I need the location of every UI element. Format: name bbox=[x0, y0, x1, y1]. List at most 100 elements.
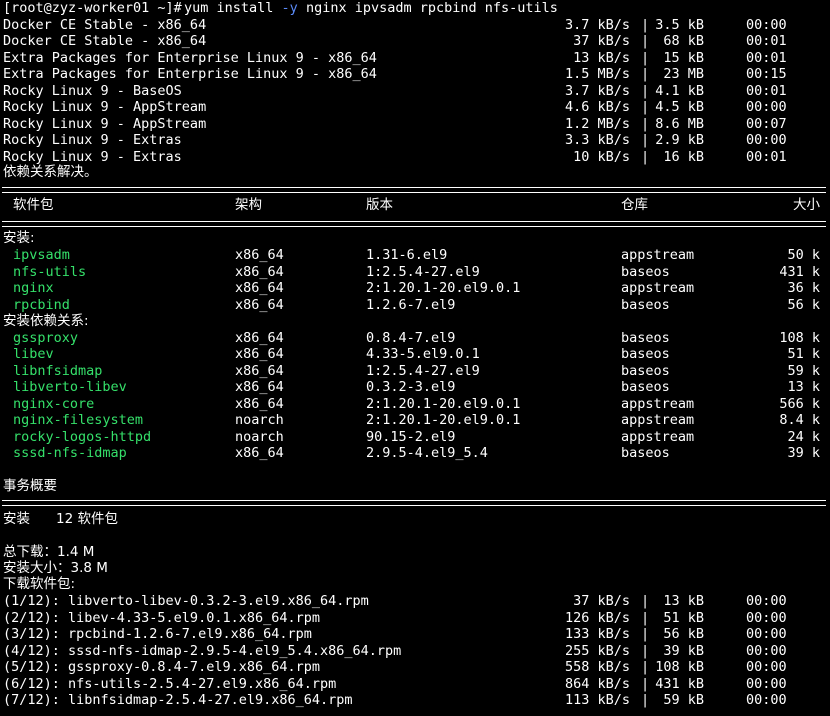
package-arch: x86_64 bbox=[235, 395, 284, 412]
download-size: 51 kB bbox=[663, 609, 704, 626]
repo-sync-row: Docker CE Stable - x86_64 37 kB/s | 68 kB 00… bbox=[0, 33, 830, 50]
package-arch: x86_64 bbox=[235, 379, 284, 395]
package-repo: appstream bbox=[621, 428, 695, 445]
repo-name: Extra Packages for Enterprise Linux 9 - … bbox=[3, 49, 377, 66]
command-text: yum install -y nginx ipvsadm rpcbind nfs… bbox=[184, 0, 558, 17]
column-separator: | bbox=[641, 16, 650, 33]
repo-name: Rocky Linux 9 - BaseOS bbox=[3, 82, 182, 99]
repo-size: 8.6 MB bbox=[655, 115, 704, 132]
repo-sync-row: Extra Packages for Enterprise Linux 9 - … bbox=[0, 50, 830, 67]
package-repo: baseos bbox=[621, 263, 670, 280]
download-speed: 37 kB/s bbox=[573, 593, 630, 609]
package-repo: appstream bbox=[621, 395, 695, 412]
repo-speed: 3.7 kB/s bbox=[564, 82, 630, 99]
package-version: 1.2.6-7.el9 bbox=[366, 296, 456, 313]
package-repo: baseos bbox=[621, 346, 670, 362]
download-size: 39 kB bbox=[663, 642, 704, 659]
download-size: 59 kB bbox=[663, 692, 704, 708]
repo-time: 00:07 bbox=[746, 115, 787, 132]
install-heading: 安装: bbox=[3, 230, 35, 246]
package-name: nginx bbox=[13, 280, 54, 296]
package-row: nginx x86_64 2:1.20.1-20.el9.0.1 appstream 3… bbox=[0, 280, 830, 297]
package-repo: appstream bbox=[621, 412, 695, 428]
package-version: 1:2.5.4-27.el9 bbox=[366, 263, 480, 280]
summary-install-line: 安装 12 软件包 bbox=[0, 511, 830, 528]
package-size: 8.4 k bbox=[779, 412, 820, 428]
package-name: nginx-filesystem bbox=[13, 412, 144, 428]
download-row: (6/12): nfs-utils-2.5.4-27.el9.x86_64.rp… bbox=[0, 676, 830, 693]
package-repo: baseos bbox=[621, 362, 670, 379]
header-size: 大小 bbox=[793, 197, 820, 213]
package-row: libev x86_64 4.33-5.el9.0.1 baseos 51 k bbox=[0, 346, 830, 363]
repo-time: 00:01 bbox=[746, 33, 787, 49]
deps-resolved-text: 依赖关系解决。 bbox=[3, 164, 98, 180]
repo-time: 00:01 bbox=[746, 148, 787, 165]
package-version: 2:1.20.1-20.el9.0.1 bbox=[366, 395, 521, 412]
column-separator: | bbox=[641, 148, 650, 165]
package-version: 2.9.5-4.el9_5.4 bbox=[366, 445, 488, 461]
terminal-window[interactable]: [root@zyz-worker01 ~]# yum install -y ng… bbox=[0, 0, 830, 716]
package-arch: x86_64 bbox=[235, 296, 284, 313]
column-separator: | bbox=[641, 115, 650, 132]
package-version: 2:1.20.1-20.el9.0.1 bbox=[366, 280, 521, 296]
package-name: nginx-core bbox=[13, 395, 95, 412]
summary-install-label: 安装 bbox=[3, 511, 30, 527]
package-row: gssproxy x86_64 0.8.4-7.el9 baseos 108 k bbox=[0, 330, 830, 347]
package-name: libnfsidmap bbox=[13, 362, 103, 379]
repo-size: 23 MB bbox=[663, 66, 704, 82]
package-size: 39 k bbox=[787, 445, 820, 461]
column-separator: | bbox=[641, 33, 650, 49]
repo-time: 00:01 bbox=[746, 49, 787, 66]
package-size: 108 k bbox=[779, 329, 820, 346]
package-row: nfs-utils x86_64 1:2.5.4-27.el9 baseos 431 k bbox=[0, 264, 830, 281]
package-row: sssd-nfs-idmap x86_64 2.9.5-4.el9_5.4 baseo… bbox=[0, 445, 830, 462]
download-name: (3/12): rpcbind-1.2.6-7.el9.x86_64.rpm bbox=[3, 626, 312, 642]
download-time: 00:00 bbox=[746, 675, 787, 692]
download-time: 00:00 bbox=[746, 692, 787, 708]
column-separator: | bbox=[641, 66, 650, 82]
repo-size: 2.9 kB bbox=[655, 132, 704, 148]
download-name: (7/12): libnfsidmap-2.5.4-27.el9.x86_64.… bbox=[3, 692, 353, 708]
repo-name: Rocky Linux 9 - AppStream bbox=[3, 99, 207, 115]
separator-double bbox=[2, 187, 826, 193]
package-row: ipvsadm x86_64 1.31-6.el9 appstream 50 k bbox=[0, 247, 830, 264]
download-name: (4/12): sssd-nfs-idmap-2.9.5-4.el9_5.4.x… bbox=[3, 642, 402, 659]
package-arch: noarch bbox=[235, 428, 284, 445]
package-name: rpcbind bbox=[13, 296, 70, 313]
repo-sync-row: Rocky Linux 9 - Extras 10 kB/s | 16 kB 00:01 bbox=[0, 149, 830, 166]
download-name: (2/12): libev-4.33-5.el9.0.1.x86_64.rpm bbox=[3, 609, 320, 626]
package-repo: appstream bbox=[621, 280, 695, 296]
download-time: 00:00 bbox=[746, 659, 787, 675]
package-name: rocky-logos-httpd bbox=[13, 428, 152, 445]
download-name: (1/12): libverto-libev-0.3.2-3.el9.x86_6… bbox=[3, 593, 369, 609]
package-arch: x86_64 bbox=[235, 247, 284, 263]
prompt: [root@zyz-worker01 ~]# bbox=[3, 0, 182, 16]
deps-heading: 安装依赖关系: bbox=[3, 313, 89, 329]
package-version: 1:2.5.4-27.el9 bbox=[366, 362, 480, 379]
package-repo: baseos bbox=[621, 445, 670, 461]
package-size: 51 k bbox=[787, 346, 820, 362]
download-speed: 133 kB/s bbox=[564, 626, 630, 642]
download-row: (2/12): libev-4.33-5.el9.0.1.x86_64.rpm 1… bbox=[0, 610, 830, 627]
package-row: rocky-logos-httpd noarch 90.15-2.el9 appstr… bbox=[0, 429, 830, 446]
download-speed: 558 kB/s bbox=[564, 659, 630, 675]
table-header: 软件包 架构 版本 仓库 大小 bbox=[0, 197, 830, 214]
package-version: 90.15-2.el9 bbox=[366, 428, 456, 445]
column-separator: | bbox=[641, 593, 650, 609]
downloading-heading: 下载软件包: bbox=[3, 576, 76, 592]
repo-time: 00:00 bbox=[746, 132, 787, 148]
package-repo: baseos bbox=[621, 296, 670, 313]
repo-speed: 3.7 kB/s bbox=[564, 16, 630, 33]
package-size: 566 k bbox=[779, 395, 820, 412]
repo-size: 4.1 kB bbox=[655, 82, 704, 99]
column-separator: | bbox=[641, 99, 650, 115]
package-arch: x86_64 bbox=[235, 263, 284, 280]
column-separator: | bbox=[641, 659, 650, 675]
download-row: (3/12): rpcbind-1.2.6-7.el9.x86_64.rpm 13… bbox=[0, 626, 830, 643]
download-row: (1/12): libverto-libev-0.3.2-3.el9.x86_6… bbox=[0, 593, 830, 610]
repo-sync-row: Extra Packages for Enterprise Linux 9 - … bbox=[0, 66, 830, 83]
header-arch: 架构 bbox=[235, 197, 262, 213]
repo-size: 16 kB bbox=[663, 148, 704, 165]
package-size: 56 k bbox=[787, 296, 820, 313]
download-name: (6/12): nfs-utils-2.5.4-27.el9.x86_64.rp… bbox=[3, 675, 337, 692]
